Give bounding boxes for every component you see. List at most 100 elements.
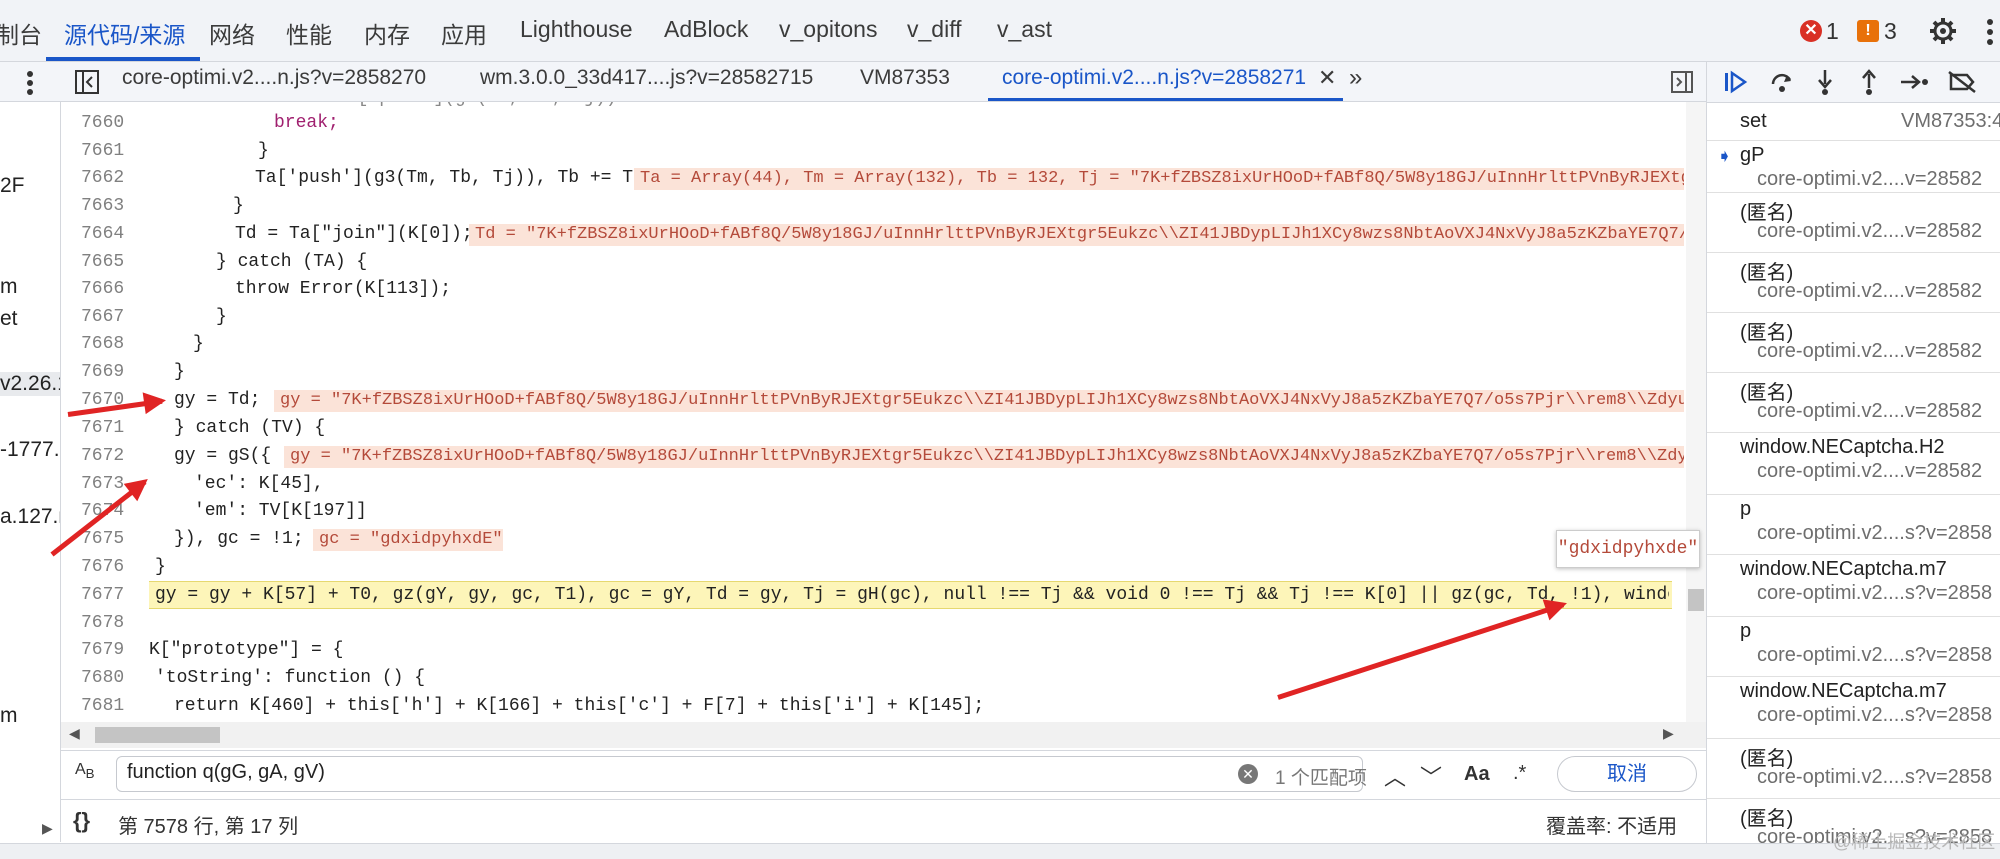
call-stack-frame[interactable]: window.NECaptcha.m7 core-optimi.v2....s?v… xyxy=(1707,554,2000,617)
call-stack-frame[interactable]: (匿名) core-optimi.v2....v=28582 xyxy=(1707,372,2000,433)
call-stack-frame[interactable]: p core-optimi.v2....s?v=2858 xyxy=(1707,616,2000,677)
status-bar: {} 第 7578 行, 第 17 列 覆盖率: 不适用 xyxy=(61,799,1706,844)
frame-location: core-optimi.v2....v=28582 xyxy=(1757,220,1983,242)
file-tab-vm87353[interactable]: VM87353 xyxy=(860,66,950,90)
tree-item[interactable]: 2F xyxy=(0,174,25,198)
regex-button[interactable]: .* xyxy=(1513,762,1526,785)
line-number[interactable]: 7660 xyxy=(81,113,124,133)
tree-item[interactable]: -1777.n xyxy=(0,438,60,462)
file-tab-core-optimi-2[interactable]: core-optimi.v2....n.js?v=2858271 xyxy=(1002,66,1306,90)
line-number[interactable]: 7663 xyxy=(81,196,124,216)
tab-v-opitons[interactable]: v_opitons xyxy=(779,16,877,43)
match-case-button[interactable]: Aa xyxy=(1464,763,1490,786)
tree-item[interactable]: m xyxy=(0,704,18,728)
warning-count[interactable]: 3 xyxy=(1884,18,1897,45)
call-stack-frame[interactable]: (匿名) core-optimi.v2....v=28582 xyxy=(1707,192,2000,253)
tab-sources[interactable]: 源代码/来源 xyxy=(64,16,185,50)
resume-icon[interactable] xyxy=(1723,70,1749,94)
vertical-scroll-thumb[interactable] xyxy=(1688,589,1704,611)
error-icon[interactable]: ✕ xyxy=(1800,20,1822,42)
tab-console[interactable]: 制台 xyxy=(0,16,42,50)
horizontal-scrollbar[interactable]: ◀ ▶ xyxy=(61,722,1706,748)
vertical-scrollbar[interactable] xyxy=(1686,102,1706,722)
editor-file-tabs: core-optimi.v2....n.js?v=2858270 wm.3.0.… xyxy=(0,62,1706,102)
frame-function-name: p xyxy=(1740,620,1752,642)
code-line: }), gc = !1; xyxy=(174,529,304,549)
pretty-print-icon[interactable]: {} xyxy=(73,808,90,834)
file-tab-core-optimi-1[interactable]: core-optimi.v2....n.js?v=2858270 xyxy=(122,66,426,90)
code-line: } xyxy=(174,362,185,382)
call-stack-frame[interactable]: p core-optimi.v2....s?v=2858 xyxy=(1707,494,2000,555)
tree-item[interactable]: m xyxy=(0,275,18,299)
line-number[interactable]: 7680 xyxy=(81,668,124,688)
call-stack-frame[interactable]: (匿名) core-optimi.v2....v=28582 xyxy=(1707,252,2000,313)
line-number[interactable]: 7677 xyxy=(81,585,124,605)
line-number[interactable]: 7664 xyxy=(81,224,124,244)
next-match-icon[interactable]: ﹀ xyxy=(1420,760,1442,792)
line-number[interactable]: 7678 xyxy=(81,613,124,633)
clear-search-icon[interactable]: ✕ xyxy=(1238,764,1258,784)
frame-location: core-optimi.v2....s?v=2858 xyxy=(1757,582,1993,604)
tab-lighthouse[interactable]: Lighthouse xyxy=(520,16,633,43)
step-icon[interactable] xyxy=(1899,70,1929,94)
line-number[interactable]: 7671 xyxy=(81,418,124,438)
step-into-icon[interactable] xyxy=(1815,68,1835,96)
replace-toggle-icon[interactable]: AB xyxy=(75,761,95,781)
line-number[interactable]: 7668 xyxy=(81,334,124,354)
code-editor[interactable]: Ta['push'](g3(Tm, Tb, Tj))... 7660 break… xyxy=(61,102,1706,722)
step-over-icon[interactable] xyxy=(1769,70,1795,94)
line-number[interactable]: 7679 xyxy=(81,640,124,660)
error-count[interactable]: 1 xyxy=(1826,18,1839,45)
expand-arrow-icon[interactable]: ▶ xyxy=(42,820,53,837)
line-number[interactable]: 7662 xyxy=(81,168,124,188)
frame-location: core-optimi.v2....v=28582 xyxy=(1757,460,1983,482)
more-vertical-icon[interactable] xyxy=(26,70,34,96)
call-stack-frame[interactable]: (匿名) core-optimi.v2....v=28582 xyxy=(1707,312,2000,373)
tree-item-selected[interactable]: v2.26.1 xyxy=(0,372,60,396)
tree-item[interactable]: a.127.n xyxy=(0,505,60,529)
tab-memory[interactable]: 内存 xyxy=(364,16,410,50)
scroll-right-icon[interactable]: ▶ xyxy=(1663,725,1674,742)
tab-adblock[interactable]: AdBlock xyxy=(664,16,748,43)
tab-performance[interactable]: 性能 xyxy=(286,16,332,50)
deactivate-breakpoints-icon[interactable] xyxy=(1947,70,1977,94)
gear-icon[interactable] xyxy=(1928,16,1958,46)
toggle-navigator-icon[interactable] xyxy=(74,69,100,95)
line-number[interactable]: 7676 xyxy=(81,557,124,577)
call-stack-frame[interactable]: window.NECaptcha.H2 core-optimi.v2....v=2… xyxy=(1707,432,2000,495)
toggle-debugger-icon[interactable] xyxy=(1670,70,1694,94)
tab-v-diff[interactable]: v_diff xyxy=(907,16,962,43)
horizontal-scroll-thumb[interactable] xyxy=(95,727,220,743)
line-number[interactable]: 7672 xyxy=(81,446,124,466)
call-stack-frame[interactable]: set VM87353:4 xyxy=(1707,102,2000,141)
line-number[interactable]: 7673 xyxy=(81,474,124,494)
tab-application[interactable]: 应用 xyxy=(441,16,487,50)
previous-match-icon[interactable]: ︿ xyxy=(1384,760,1406,792)
more-tabs-icon[interactable]: » xyxy=(1349,64,1362,92)
step-out-icon[interactable] xyxy=(1859,68,1879,96)
close-tab-icon[interactable]: ✕ xyxy=(1318,65,1336,91)
file-tab-wm[interactable]: wm.3.0.0_33d417....js?v=28582715 xyxy=(480,66,813,90)
line-number[interactable]: 7665 xyxy=(81,252,124,272)
line-number[interactable]: 7667 xyxy=(81,307,124,327)
scroll-left-icon[interactable]: ◀ xyxy=(69,725,80,742)
line-number[interactable]: 7681 xyxy=(81,696,124,716)
inline-value: gy = "7K+fZBSZ8ixUrHOoD+fABf8Q/5W8y18GJ/… xyxy=(284,446,1684,468)
call-stack-frame[interactable]: window.NECaptcha.m7 core-optimi.v2....s?v… xyxy=(1707,676,2000,739)
search-input[interactable]: function q(gG, gA, gV) xyxy=(116,756,1363,792)
active-file-indicator xyxy=(988,98,1343,101)
warning-icon[interactable]: ! xyxy=(1857,20,1879,42)
line-number[interactable]: 7675 xyxy=(81,529,124,549)
call-stack-frame[interactable]: ➧ gP core-optimi.v2....v=28582 xyxy=(1707,140,2000,193)
tab-network[interactable]: 网络 xyxy=(209,16,255,50)
line-number[interactable]: 7669 xyxy=(81,362,124,382)
more-menu-icon[interactable] xyxy=(1980,18,2000,46)
line-number[interactable]: 7661 xyxy=(81,141,124,161)
code-line: } xyxy=(216,307,227,327)
tree-item[interactable]: et xyxy=(0,307,18,331)
frame-location: core-optimi.v2....v=28582 xyxy=(1757,340,1983,362)
tab-v-ast[interactable]: v_ast xyxy=(997,16,1052,43)
call-stack-frame[interactable]: (匿名) core-optimi.v2....s?v=2858 xyxy=(1707,738,2000,799)
cancel-button[interactable]: 取消 xyxy=(1557,756,1697,792)
line-number[interactable]: 7666 xyxy=(81,279,124,299)
